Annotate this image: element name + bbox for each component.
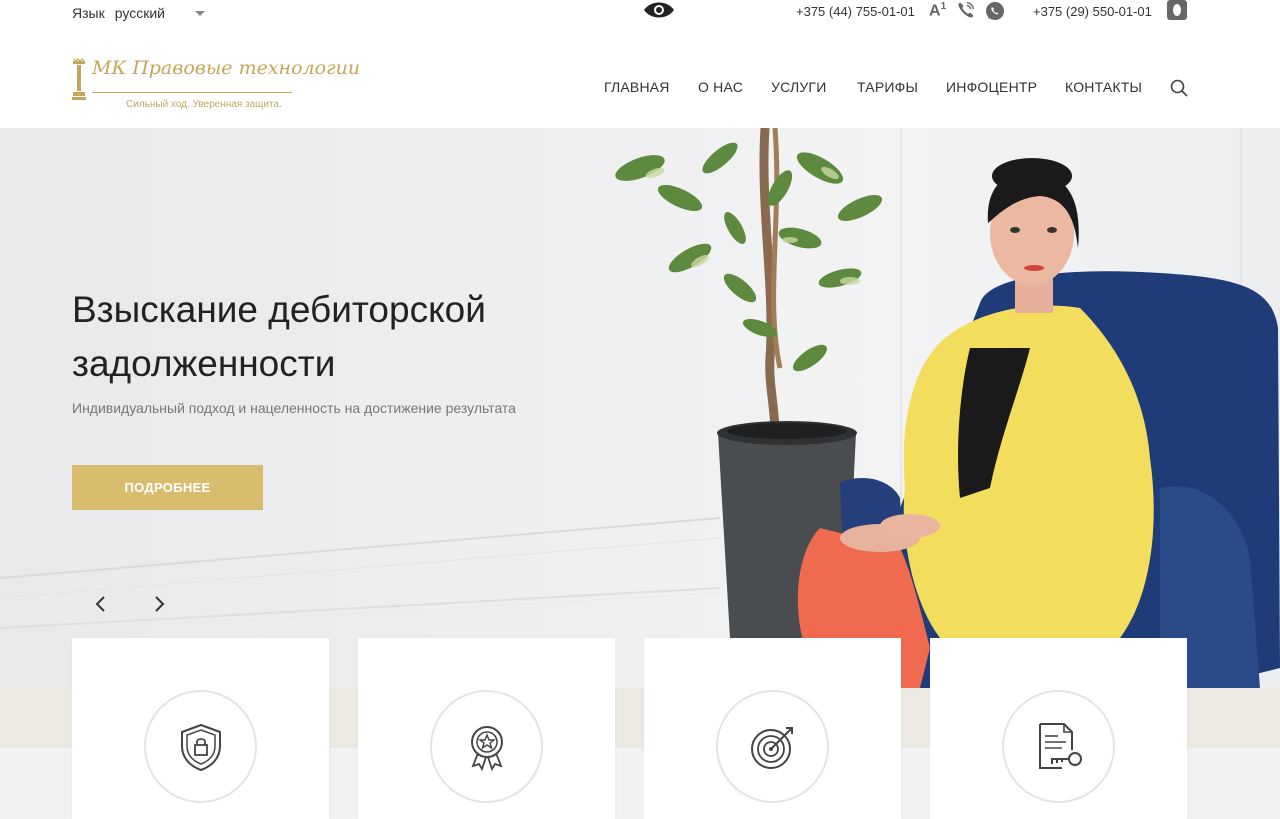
hero-title: Взыскание дебиторской задолженности — [72, 289, 486, 384]
language-switcher: Язык русский — [72, 5, 205, 21]
target-icon — [750, 726, 793, 769]
nav-item-contacts[interactable]: КОНТАКТЫ — [1065, 79, 1142, 95]
font-size-label: A — [929, 2, 941, 20]
hero-subtitle: Индивидуальный подход и нацеленность на … — [72, 400, 516, 416]
feature-card-security[interactable] — [72, 638, 329, 819]
feature-card-target[interactable] — [644, 638, 901, 819]
language-select[interactable]: русский — [115, 5, 205, 21]
logo-tagline: Сильный ход. Уверенная защита. — [126, 99, 282, 110]
phone-number-2[interactable]: +375 (29) 550-01-01 — [1033, 4, 1152, 19]
feature-card-quality[interactable] — [358, 638, 615, 819]
language-label: Язык — [72, 5, 105, 21]
font-size-sup: 1 — [940, 1, 947, 12]
logo-name: МК Правовые технологии — [92, 57, 361, 79]
eye-icon[interactable] — [643, 0, 675, 20]
main-nav: ГЛАВНАЯ О НАС УСЛУГИ ТАРИФЫ ИНФОЦЕНТР КО… — [0, 79, 1280, 99]
viber-icon[interactable] — [957, 1, 975, 19]
nav-item-infocenter[interactable]: ИНФОЦЕНТР — [946, 79, 1037, 95]
chevron-down-icon — [194, 10, 205, 16]
font-size-icon[interactable]: A1 — [929, 1, 946, 20]
feature-card-icon-circle — [1002, 690, 1115, 803]
award-badge-icon — [470, 725, 503, 771]
chevron-left-icon[interactable] — [93, 594, 109, 614]
feature-card-icon-circle — [430, 690, 543, 803]
shield-lock-icon — [180, 723, 221, 771]
chevron-right-icon[interactable] — [151, 594, 167, 614]
feature-card-icon-circle — [144, 690, 257, 803]
language-value: русский — [114, 5, 165, 21]
nav-item-tariffs[interactable]: ТАРИФЫ — [857, 79, 918, 95]
more-button[interactable]: ПОДРОБНЕЕ — [72, 465, 263, 510]
feature-card-icon-circle — [716, 690, 829, 803]
phone-number-1[interactable]: +375 (44) 755-01-01 — [796, 4, 915, 19]
document-key-icon — [1038, 722, 1082, 769]
feature-card-documents[interactable] — [930, 638, 1187, 819]
whatsapp-icon[interactable] — [985, 1, 1005, 21]
apple-icon[interactable] — [1167, 0, 1187, 20]
nav-item-services[interactable]: УСЛУГИ — [771, 79, 826, 95]
search-icon[interactable] — [1169, 78, 1189, 98]
nav-item-about[interactable]: О НАС — [698, 79, 743, 95]
top-bar: Язык русский +375 (44) 755-01-01 A1 +375… — [0, 0, 1280, 26]
nav-item-home[interactable]: ГЛАВНАЯ — [604, 79, 670, 95]
